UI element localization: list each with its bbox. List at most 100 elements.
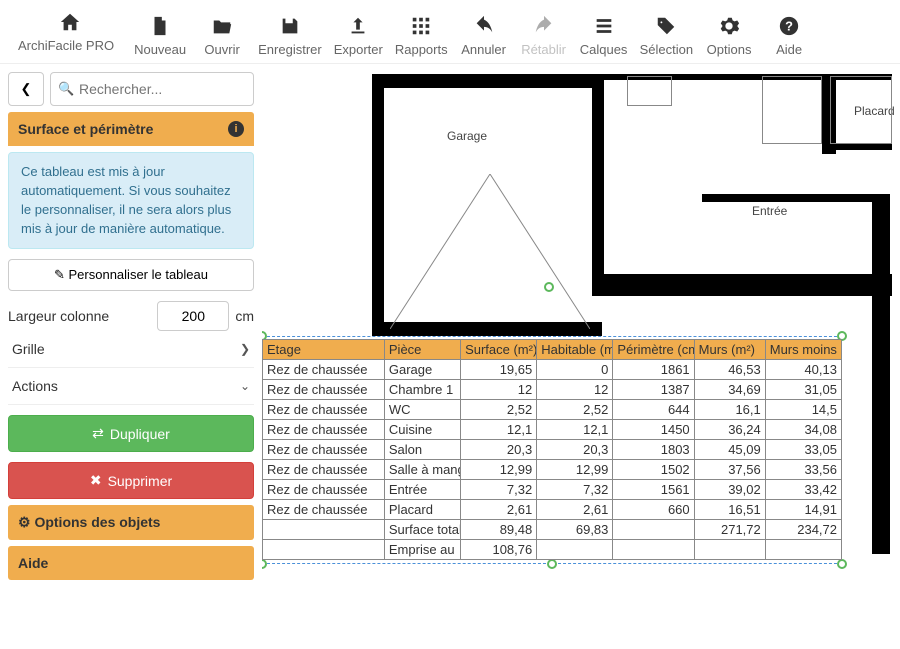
layers-button[interactable]: Calques (574, 10, 634, 59)
table-row[interactable]: Rez de chausséeGarage19,650186146,5340,1… (263, 360, 842, 380)
table-cell (613, 540, 694, 560)
open-button[interactable]: Ouvrir (192, 10, 252, 59)
table-cell (765, 540, 841, 560)
table-cell: Surface totale (384, 520, 460, 540)
plan-canvas[interactable]: Garage Entrée Placard EtagePièceSurface … (262, 64, 900, 649)
info-alert: Ce tableau est mis à jour automatiquemen… (8, 152, 254, 249)
table-row[interactable]: Emprise au108,76 (263, 540, 842, 560)
options-button[interactable]: Options (699, 10, 759, 59)
selection-button[interactable]: Sélection (634, 10, 699, 59)
reports-button[interactable]: Rapports (389, 10, 454, 59)
options-label: Options (707, 42, 752, 57)
sidebar-item-grid[interactable]: Grille ❯ (8, 331, 254, 368)
table-row[interactable]: Surface totale89,4869,83271,72234,72 (263, 520, 842, 540)
selection-handle[interactable] (547, 559, 557, 569)
selection-handle[interactable] (837, 559, 847, 569)
search-icon: 🔍 (58, 81, 74, 97)
table-cell: 16,1 (694, 400, 765, 420)
table-cell: 33,05 (765, 440, 841, 460)
tags-icon (655, 12, 677, 40)
table-cell (537, 540, 613, 560)
export-label: Exporter (334, 42, 383, 57)
panel-options-objects[interactable]: ⚙ Options des objets (8, 505, 254, 540)
actions-label: Actions (12, 378, 58, 394)
delete-button[interactable]: ✖ Supprimer (8, 462, 254, 499)
layers-icon (593, 12, 615, 40)
col-width-label: Largeur colonne (8, 308, 151, 324)
brand-label: ArchiFacile PRO (18, 38, 114, 57)
layers-label: Calques (580, 42, 628, 57)
undo-label: Annuler (461, 42, 506, 57)
search-input[interactable] (50, 72, 254, 106)
duplicate-label: Dupliquer (110, 426, 170, 442)
help-icon: ? (778, 12, 800, 40)
table-cell: 7,32 (461, 480, 537, 500)
col-width-input[interactable] (157, 301, 229, 331)
panel-help[interactable]: Aide (8, 546, 254, 580)
table-cell: 1450 (613, 420, 694, 440)
table-header: Murs moins (765, 340, 841, 360)
table-cell: Rez de chaussée (263, 460, 385, 480)
help-button[interactable]: ? Aide (759, 10, 819, 59)
table-cell: Cuisine (384, 420, 460, 440)
table-cell (263, 520, 385, 540)
selection-handle[interactable] (544, 282, 554, 292)
main-toolbar: ArchiFacile PRO Nouveau Ouvrir Enregistr… (0, 0, 900, 64)
table-cell: 271,72 (694, 520, 765, 540)
table-cell: 14,91 (765, 500, 841, 520)
table-header: Périmètre (cm) (613, 340, 694, 360)
table-row[interactable]: Rez de chausséeChambre 11212138734,6931,… (263, 380, 842, 400)
room-label-entree: Entrée (752, 204, 787, 218)
open-label: Ouvrir (204, 42, 239, 57)
table-cell: 12,99 (461, 460, 537, 480)
room-label-garage: Garage (447, 129, 487, 143)
table-cell: Rez de chaussée (263, 420, 385, 440)
delete-label: Supprimer (108, 473, 173, 489)
new-button[interactable]: Nouveau (128, 10, 192, 59)
svg-text:?: ? (785, 19, 793, 34)
export-button[interactable]: Exporter (328, 10, 389, 59)
info-icon[interactable]: i (228, 121, 244, 137)
sidebar-item-actions[interactable]: Actions ⌄ (8, 368, 254, 405)
table-cell: 16,51 (694, 500, 765, 520)
table-cell: 89,48 (461, 520, 537, 540)
table-cell (263, 540, 385, 560)
redo-button[interactable]: Rétablir (514, 10, 574, 59)
selection-label: Sélection (640, 42, 693, 57)
table-row[interactable]: Rez de chausséeWC2,522,5264416,114,5 (263, 400, 842, 420)
chevron-left-icon: ❮ (21, 81, 32, 97)
panel-title: Surface et périmètre (18, 121, 153, 137)
table-cell: 14,5 (765, 400, 841, 420)
table-cell: Salon (384, 440, 460, 460)
reports-label: Rapports (395, 42, 448, 57)
col-width-unit: cm (235, 308, 254, 324)
back-button[interactable]: ❮ (8, 72, 44, 106)
customize-label: Personnaliser le tableau (69, 267, 208, 282)
save-button[interactable]: Enregistrer (252, 10, 328, 59)
customize-button[interactable]: ✎ Personnaliser le tableau (8, 259, 254, 291)
table-row[interactable]: Rez de chausséePlacard2,612,6166016,5114… (263, 500, 842, 520)
duplicate-button[interactable]: ⇄ Dupliquer (8, 415, 254, 452)
panel-surface-header[interactable]: Surface et périmètre i (8, 112, 254, 146)
table-cell: Garage (384, 360, 460, 380)
table-cell: 1861 (613, 360, 694, 380)
table-cell: 660 (613, 500, 694, 520)
redo-label: Rétablir (521, 42, 566, 57)
table-header: Habitable (m²) (537, 340, 613, 360)
table-cell: Entrée (384, 480, 460, 500)
undo-button[interactable]: Annuler (454, 10, 514, 59)
table-cell: 19,65 (461, 360, 537, 380)
home-button[interactable]: ArchiFacile PRO (12, 6, 128, 59)
table-cell: Rez de chaussée (263, 500, 385, 520)
table-cell: Rez de chaussée (263, 360, 385, 380)
table-row[interactable]: Rez de chausséeSalle à manger12,9912,991… (263, 460, 842, 480)
table-cell: 45,09 (694, 440, 765, 460)
redo-icon (533, 12, 555, 40)
table-row[interactable]: Rez de chausséeCuisine12,112,1145036,243… (263, 420, 842, 440)
surface-table[interactable]: EtagePièceSurface (m²)Habitable (m²)Péri… (262, 339, 842, 560)
table-row[interactable]: Rez de chausséeSalon20,320,3180345,0933,… (263, 440, 842, 460)
chevron-right-icon: ❯ (240, 342, 250, 356)
table-cell: 2,52 (537, 400, 613, 420)
table-row[interactable]: Rez de chausséeEntrée7,327,32156139,0233… (263, 480, 842, 500)
undo-icon (473, 12, 495, 40)
